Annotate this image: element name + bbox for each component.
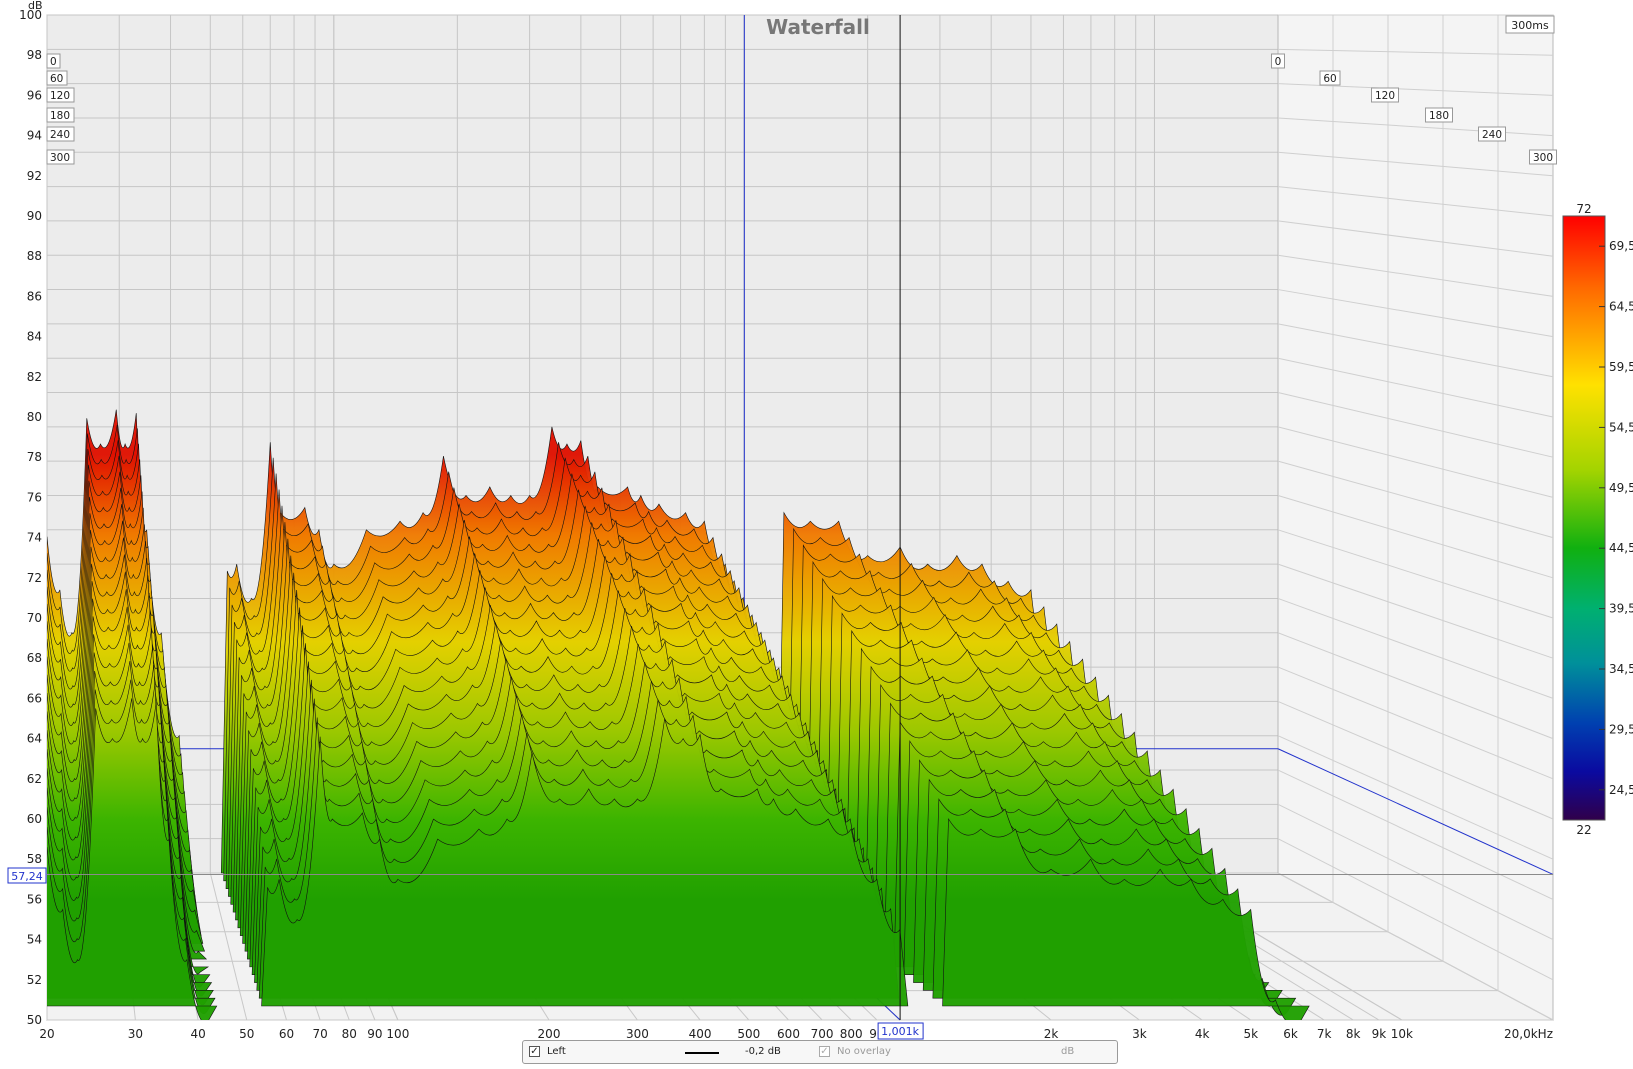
left-series-line-swatch [685, 1052, 719, 1054]
waterfall-chart[interactable]: 100 98 96 94 92 90 88 86 84 82 80 78 76 74 72 70 68 66 64 6… [0, 0, 1633, 1065]
x-tick-label: 4k [1195, 1027, 1210, 1041]
colorbar-tick-label: 44,5 [1609, 541, 1633, 555]
y-tick-label: 88 [27, 249, 42, 263]
y-tick-label: 82 [27, 370, 42, 384]
x-tick-label: 60 [279, 1027, 294, 1041]
y-tick-label: 94 [27, 129, 42, 143]
x-tick-label: 600 [777, 1027, 800, 1041]
colorbar-tick-label: 59,5 [1609, 360, 1633, 374]
x-tick-label: 700 [811, 1027, 834, 1041]
x-tick-label: 200 [538, 1027, 561, 1041]
left-time-tick-label: 60 [50, 73, 63, 85]
left-time-tick-label: 300 [50, 152, 70, 164]
colorbar-max-label: 72 [1576, 202, 1591, 216]
y-tick-label: 62 [27, 772, 42, 786]
time-tick-label: 300 [1533, 152, 1553, 164]
overlay-unit: dB [1061, 1046, 1075, 1057]
y-tick-label: 50 [27, 1013, 42, 1027]
x-tick-label: 20 [39, 1027, 54, 1041]
x-tick-label: 500 [737, 1027, 760, 1041]
x-tick-label: 40 [190, 1027, 205, 1041]
x-tick-label: 6k [1283, 1027, 1298, 1041]
x-tick-label: 800 [840, 1027, 863, 1041]
colorbar-tick-label: 39,5 [1609, 602, 1633, 616]
y-tick-label: 60 [27, 812, 42, 826]
y-tick-label: 84 [27, 330, 42, 344]
side-wall-grid [1277, 14, 1554, 1021]
x-tick-label: 2k [1044, 1027, 1059, 1041]
x-axis-ticks: 20 30 40 50 60 70 80 90 100 200 300 400 500 600 700 800… [39, 1027, 1553, 1041]
x-tick-label: 90 [367, 1027, 382, 1041]
left-time-tick-label: 180 [50, 110, 70, 122]
y-tick-label: 86 [27, 289, 42, 303]
y-tick-label: 64 [27, 732, 42, 746]
y-tick-label: 96 [27, 88, 42, 102]
x-tick-label: 7k [1317, 1027, 1332, 1041]
y-tick-label: 90 [27, 209, 42, 223]
x-tick-label: 70 [312, 1027, 327, 1041]
legend-bar: ✓ Left -0,2 dB ✓ No overlay dB [522, 1040, 1118, 1064]
y-tick-label: 58 [27, 852, 42, 866]
left-time-tick-label: 120 [50, 90, 70, 102]
cursor-level-label: 57,24 [11, 870, 43, 883]
left-series-label: Left [547, 1046, 566, 1057]
time-tick-label: 240 [1482, 129, 1502, 141]
y-unit-label: dB [28, 0, 43, 12]
x-tick-label: 80 [342, 1027, 357, 1041]
y-tick-label: 92 [27, 169, 42, 183]
cursor-freq-label: 1,001k [881, 1025, 919, 1038]
y-tick-label: 98 [27, 48, 42, 62]
colorbar: 72 22 69,5 64,5 59,5 54,5 49,5 44,5 39,5 34,5 29,5… [1562, 202, 1633, 837]
x-tick-label: 30 [128, 1027, 143, 1041]
x-tick-label: 3k [1132, 1027, 1147, 1041]
x-tick-label: 20,0kHz [1504, 1027, 1553, 1041]
y-tick-label: 68 [27, 651, 42, 665]
time-tick-label: 120 [1375, 90, 1395, 102]
colorbar-tick-label: 49,5 [1609, 481, 1633, 495]
y-tick-label: 72 [27, 571, 42, 585]
y-tick-label: 66 [27, 691, 42, 705]
y-tick-label: 56 [27, 892, 42, 906]
left-time-tick-label: 240 [50, 129, 70, 141]
offset-value: -0,2 dB [745, 1046, 781, 1057]
overlay-label: No overlay [837, 1046, 891, 1057]
x-tick-label: 100 [386, 1027, 409, 1041]
colorbar-min-label: 22 [1576, 823, 1591, 837]
colorbar-tick-label: 34,5 [1609, 662, 1633, 676]
x-tick-label: 10k [1391, 1027, 1413, 1041]
left-series-checkbox[interactable]: ✓ [529, 1046, 540, 1057]
overlay-checkbox[interactable]: ✓ [819, 1046, 830, 1057]
colorbar-tick-label: 64,5 [1609, 300, 1633, 314]
left-time-tick-label: 0 [50, 56, 57, 68]
y-tick-label: 80 [27, 410, 42, 424]
time-tick-label: 180 [1429, 110, 1449, 122]
y-tick-label: 54 [27, 933, 42, 947]
colorbar-tick-label: 24,5 [1609, 783, 1633, 797]
y-tick-label: 52 [27, 973, 42, 987]
x-tick-label: 8k [1346, 1027, 1361, 1041]
colorbar-tick-label: 69,5 [1609, 239, 1633, 253]
waterfall-chart-area: 100 98 96 94 92 90 88 86 84 82 80 78 76 74 72 70 68 66 64 6… [0, 0, 1633, 1065]
x-tick-label: 5k [1243, 1027, 1258, 1041]
y-tick-label: 76 [27, 490, 42, 504]
y-tick-label: 74 [27, 531, 42, 545]
x-tick-label: 300 [626, 1027, 649, 1041]
y-tick-label: 78 [27, 450, 42, 464]
x-tick-label: 9k [1372, 1027, 1387, 1041]
colorbar-gradient [1562, 215, 1606, 821]
time-tick-label: 60 [1323, 73, 1336, 85]
x-tick-label: 50 [239, 1027, 254, 1041]
time-readout: 300ms [1511, 19, 1549, 32]
colorbar-tick-label: 29,5 [1609, 722, 1633, 736]
side-wall [1277, 14, 1554, 1021]
x-tick-label: 400 [689, 1027, 712, 1041]
y-tick-label: 70 [27, 611, 42, 625]
time-tick-label: 0 [1275, 56, 1282, 68]
chart-title: Waterfall [766, 15, 870, 39]
colorbar-tick-label: 54,5 [1609, 420, 1633, 434]
